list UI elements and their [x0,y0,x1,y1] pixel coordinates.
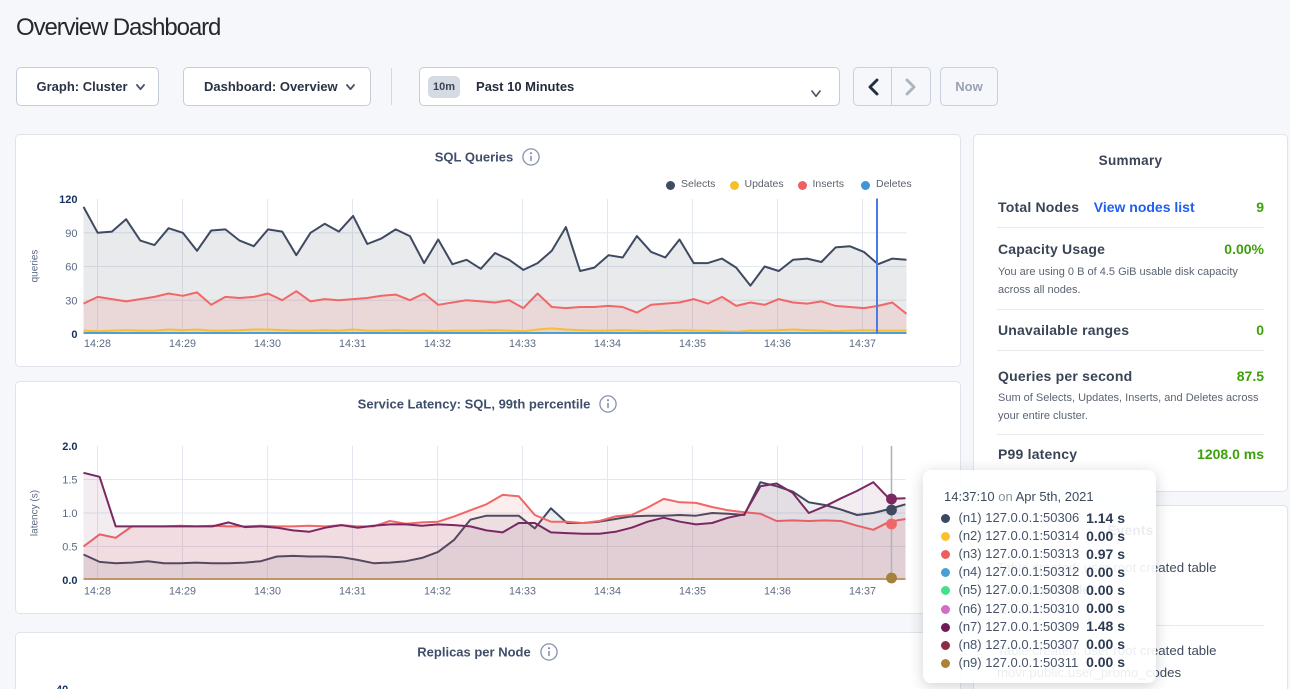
svg-text:1.5: 1.5 [62,475,77,487]
svg-text:14:30: 14:30 [254,586,281,598]
svg-text:14:37: 14:37 [849,586,876,598]
svg-text:14:32: 14:32 [424,586,451,598]
svg-text:60: 60 [65,262,77,274]
svg-text:14:29: 14:29 [169,586,196,598]
svg-text:90: 90 [65,228,77,240]
svg-text:14:30: 14:30 [254,338,281,350]
svg-text:queries: queries [29,250,40,283]
svg-text:30: 30 [65,295,77,307]
svg-text:14:31: 14:31 [339,338,366,350]
svg-text:120: 120 [59,194,77,206]
svg-text:14:36: 14:36 [764,338,791,350]
svg-text:14:31: 14:31 [339,586,366,598]
svg-text:14:36: 14:36 [764,586,791,598]
svg-text:14:29: 14:29 [169,338,196,350]
svg-text:2.0: 2.0 [62,441,77,453]
svg-text:14:32: 14:32 [424,338,451,350]
svg-text:1.0: 1.0 [62,508,77,520]
svg-text:14:33: 14:33 [509,338,536,350]
svg-text:14:28: 14:28 [84,586,111,598]
svg-text:14:35: 14:35 [679,586,706,598]
svg-text:14:28: 14:28 [84,338,111,350]
svg-text:14:34: 14:34 [594,586,621,598]
svg-text:0: 0 [71,329,77,341]
svg-text:0.5: 0.5 [62,542,77,554]
svg-text:0.0: 0.0 [62,575,77,587]
svg-text:latency (s): latency (s) [29,490,40,536]
svg-text:14:35: 14:35 [679,338,706,350]
svg-text:14:33: 14:33 [509,586,536,598]
svg-text:14:34: 14:34 [594,338,621,350]
svg-text:14:37: 14:37 [849,338,876,350]
